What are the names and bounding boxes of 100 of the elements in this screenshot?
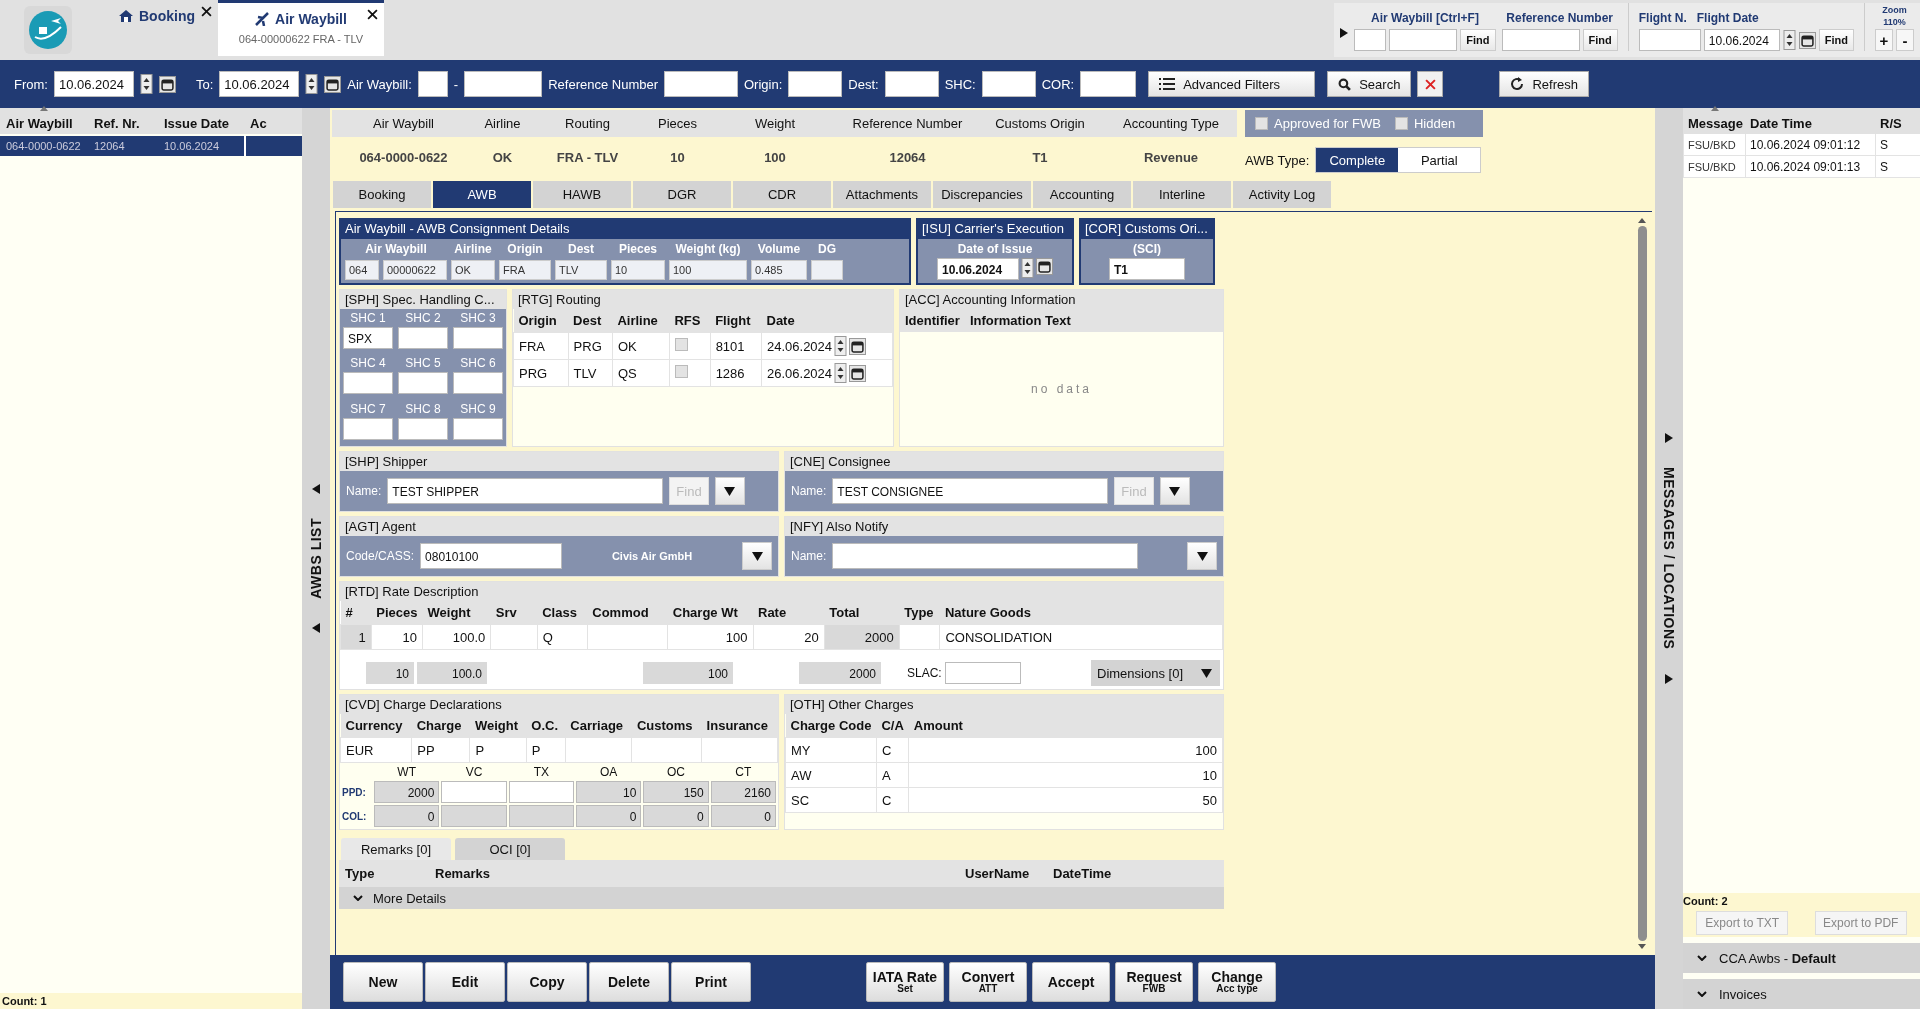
logo-icon[interactable]	[23, 5, 73, 55]
detail-tab[interactable]: Attachments	[833, 181, 931, 208]
shc-field[interactable]: SPX	[343, 327, 393, 349]
column-header[interactable]: Ref. Nr.	[88, 116, 158, 134]
scrollbar-thumb[interactable]	[1637, 226, 1647, 941]
awb-list-row[interactable]: 064-0000-0622 12064 10.06.2024	[0, 136, 302, 156]
column-header[interactable]: Air Waybill	[0, 116, 88, 134]
text-field[interactable]	[417, 71, 448, 97]
name-field[interactable]: TEST CONSIGNEE	[832, 478, 1109, 504]
chevron-down-icon[interactable]	[1697, 991, 1707, 997]
text-field[interactable]	[811, 260, 843, 280]
collapsible-section[interactable]: CCA Awbs - Default	[1683, 943, 1920, 973]
detail-tab[interactable]: CDR	[733, 181, 831, 208]
detail-tab[interactable]: Accounting	[1033, 181, 1131, 208]
text-field[interactable]: 00000622	[383, 260, 447, 280]
text-field[interactable]	[664, 71, 738, 97]
action-button[interactable]: Copy	[507, 962, 587, 1002]
calendar-icon[interactable]	[158, 75, 176, 93]
column-header[interactable]: R/S	[1875, 116, 1920, 134]
refresh-button[interactable]: Refresh	[1499, 71, 1589, 97]
shc-field[interactable]	[453, 417, 503, 440]
button-label[interactable]: Convert	[961, 970, 1015, 984]
amount-field[interactable]: 0	[643, 805, 709, 827]
spinner-icon[interactable]	[834, 336, 848, 356]
remarks-tab[interactable]: Remarks [0]	[341, 838, 451, 860]
action-button[interactable]: Delete	[589, 962, 669, 1002]
action-button[interactable]: Edit	[425, 962, 505, 1002]
text-field[interactable]: 100	[669, 260, 747, 280]
amount-field[interactable]: 2160	[710, 781, 776, 803]
remarks-tab[interactable]: OCI [0]	[455, 838, 565, 860]
messages-locations-label[interactable]: MESSAGES / LOCATIONS	[1661, 467, 1677, 650]
collapsible-section[interactable]: Invoices	[1683, 979, 1920, 1009]
find-button[interactable]: Find	[1582, 29, 1618, 51]
section-title[interactable]: Invoices	[1719, 986, 1767, 1002]
section-title[interactable]: CCA Awbs - Default	[1719, 950, 1836, 966]
text-field[interactable]	[1389, 29, 1458, 51]
zoom-out-button[interactable]: -	[1896, 29, 1914, 51]
text-field[interactable]	[884, 71, 939, 97]
shc-field[interactable]	[343, 372, 393, 395]
scroll-down-icon[interactable]	[1638, 944, 1646, 949]
app-tab[interactable]: Booking	[96, 0, 218, 56]
dropdown-button[interactable]	[742, 542, 772, 570]
calendar-icon[interactable]	[1036, 258, 1053, 275]
code-field[interactable]: 08010100	[420, 543, 563, 569]
action-button[interactable]: Accept	[1032, 962, 1110, 1002]
text-field[interactable]	[981, 71, 1036, 97]
total-field[interactable]: 100	[643, 662, 733, 684]
date-field[interactable]: 10.06.2024	[53, 71, 134, 97]
find-button[interactable]: Find	[1818, 29, 1854, 51]
button-sublabel[interactable]: Set	[897, 984, 913, 994]
button-label[interactable]: Change	[1211, 970, 1263, 984]
advanced-filters-button[interactable]: Advanced Filters	[1148, 71, 1316, 97]
calendar-icon[interactable]	[324, 75, 342, 93]
scroll-up-icon[interactable]	[1638, 218, 1646, 223]
text-field[interactable]	[1638, 29, 1701, 51]
spinner-icon[interactable]	[1021, 258, 1034, 278]
dropdown-button[interactable]	[1187, 542, 1217, 570]
date-field[interactable]: 10.06.2024	[1703, 29, 1780, 51]
button-sublabel[interactable]: FWB	[1142, 984, 1166, 994]
column-header[interactable]: Message	[1683, 116, 1745, 134]
action-button[interactable]: Request FWB	[1115, 962, 1193, 1002]
text-field[interactable]: TLV	[555, 260, 607, 280]
total-field[interactable]: 100.0	[417, 662, 487, 684]
text-field[interactable]	[1080, 71, 1137, 97]
calendar-icon[interactable]	[1798, 31, 1816, 49]
column-header[interactable]: Issue Date	[158, 116, 244, 134]
text-field[interactable]	[464, 71, 543, 97]
column-header[interactable]: Date Time	[1745, 116, 1875, 134]
total-field[interactable]: 10	[366, 662, 414, 684]
text-field[interactable]: FRA	[499, 260, 551, 280]
text-field[interactable]: 0.485	[751, 260, 807, 280]
close-icon[interactable]	[367, 9, 378, 20]
slac-field[interactable]	[944, 662, 1021, 684]
expand-arrow-icon[interactable]	[1340, 28, 1349, 38]
collapse-arrow-icon[interactable]	[312, 484, 320, 495]
amount-field[interactable]: 0	[576, 805, 642, 827]
dropdown-button[interactable]	[1159, 477, 1190, 505]
column-header[interactable]: Ac	[244, 116, 302, 134]
amount-field[interactable]	[441, 781, 507, 803]
name-field[interactable]: TEST SHIPPER	[387, 478, 664, 504]
date-field[interactable]: 10.06.2024	[219, 71, 300, 97]
action-button[interactable]: Change Acc type	[1198, 962, 1276, 1002]
collapse-arrow-icon[interactable]	[312, 622, 320, 633]
chevron-down-icon[interactable]	[1697, 955, 1707, 961]
spinner-icon[interactable]	[305, 74, 319, 94]
search-button[interactable]: Search	[1327, 71, 1412, 97]
shc-field[interactable]	[398, 417, 448, 440]
detail-tab[interactable]: DGR	[633, 181, 731, 208]
app-tab[interactable]: Air Waybill 064-00000622 FRA - TLV	[218, 0, 384, 56]
date-field[interactable]: 10.06.2024	[937, 258, 1019, 280]
name-field[interactable]	[832, 543, 1139, 569]
awbs-list-label[interactable]: AWBS LIST	[308, 518, 324, 599]
awb-type-option[interactable]: Partial	[1398, 148, 1481, 172]
find-button[interactable]: Find	[1460, 29, 1496, 51]
detail-tab[interactable]: Discrepancies	[933, 181, 1031, 208]
expand-arrow-icon[interactable]	[1665, 433, 1673, 444]
amount-field[interactable]	[508, 781, 574, 803]
button-sublabel[interactable]: Acc type	[1216, 984, 1258, 994]
detail-tab[interactable]: HAWB	[533, 181, 631, 208]
spinner-icon[interactable]	[139, 74, 153, 94]
